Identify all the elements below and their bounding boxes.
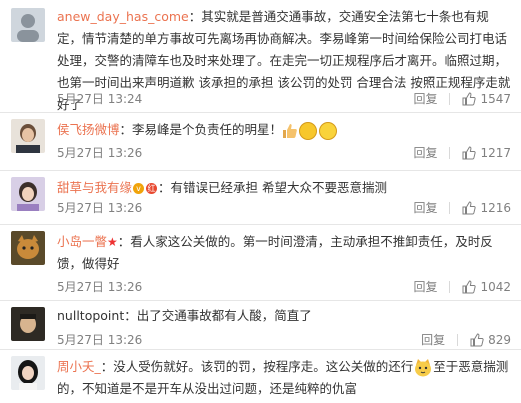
like-button[interactable]: 1042 [462, 280, 511, 294]
username-link[interactable]: 甜草与我有缘 [57, 180, 132, 195]
thumbs-up-icon [462, 279, 477, 293]
vip-badge-icon: v [133, 183, 145, 194]
comment-list: anew_day_has_come：其实就是普通交通事故，交通安全法第七十条也有… [0, 0, 521, 403]
thumbs-up-emoji-icon [283, 123, 297, 138]
thumbs-up-icon [470, 332, 484, 346]
comment-body: ：出了交通事故都有人酸，简直了 [124, 308, 312, 323]
comment-actions: 回复 829 [421, 331, 511, 348]
comment-body: ：看人家这公关做的。第一时间澄清，主动承担不推卸责任，及时反馈，做得好 [57, 234, 493, 271]
comment-item: nulltopoint：出了交通事故都有人酸，简直了 5月27日 13:26 回… [0, 301, 521, 350]
comment-item: 甜草与我有缘 v 红：有错误已经承担 希望大众不要恶意揣测 5月27日 13:26 … [0, 171, 521, 225]
member-badge-icon[interactable]: 红 [146, 183, 158, 194]
divider [449, 201, 451, 214]
like-button[interactable]: 829 [470, 333, 511, 347]
divider [449, 146, 451, 159]
comment-body: ：李易峰是个负责任的明星！ [119, 122, 283, 137]
comment-actions: 回复 1217 [413, 144, 511, 161]
comment-meta: 5月27日 13:26 回复 1216 [57, 199, 511, 217]
timestamp: 5月27日 13:26 [57, 146, 143, 160]
like-button[interactable]: 1216 [462, 201, 511, 215]
comment-item: 周小夭_：没人受伤就好。该罚的罚，按程序走。这公关做的还行 至于恶意揣测的，不知道… [0, 350, 521, 403]
like-count: 1547 [480, 91, 511, 106]
like-count: 829 [488, 332, 511, 347]
comment-text: 侯飞扬微博：李易峰是个负责任的明星！ [57, 119, 511, 141]
comment-item: anew_day_has_come：其实就是普通交通事故，交通安全法第七十条也有… [0, 0, 521, 113]
avatar[interactable] [11, 119, 45, 153]
comment-text: 甜草与我有缘 v 红：有错误已经承担 希望大众不要恶意揣测 [57, 177, 511, 199]
divider [449, 280, 451, 293]
reply-button[interactable]: 回复 [413, 199, 437, 216]
comment-body: ：有错误已经承担 希望大众不要恶意揣测 [158, 180, 387, 195]
reply-button[interactable]: 回复 [413, 278, 437, 295]
thumbs-up-icon [462, 200, 477, 214]
avatar[interactable] [11, 177, 45, 211]
comment-item: 小岛一瞥★：看人家这公关做的。第一时间澄清，主动承担不推卸责任，及时反馈，做得好… [0, 225, 521, 301]
reply-button[interactable]: 回复 [413, 144, 437, 161]
like-count: 1216 [480, 200, 511, 215]
timestamp: 5月27日 13:24 [57, 92, 143, 106]
like-count: 1042 [480, 279, 511, 294]
reply-button[interactable]: 回复 [413, 90, 437, 107]
star-badge-icon: ★ [107, 235, 118, 249]
laugh-emoji-icon [319, 121, 338, 140]
avatar[interactable] [11, 307, 45, 341]
avatar[interactable] [11, 356, 45, 390]
comment-item: 侯飞扬微博：李易峰是个负责任的明星！ 5月27日 13:26 回复 1217 [0, 113, 521, 171]
comment-body: ：没人受伤就好。该罚的罚，按程序走。这公关做的还行 [100, 359, 414, 374]
avatar[interactable] [11, 231, 45, 265]
comment-text: 周小夭_：没人受伤就好。该罚的罚，按程序走。这公关做的还行 至于恶意揣测的，不知道… [57, 356, 511, 400]
timestamp: 5月27日 13:26 [57, 201, 143, 215]
like-button[interactable]: 1217 [462, 146, 511, 160]
like-button[interactable]: 1547 [462, 92, 511, 106]
username-link[interactable]: 周小夭_ [57, 359, 101, 374]
comment-actions: 回复 1547 [413, 90, 511, 107]
username-link[interactable]: nulltopoint [57, 308, 124, 323]
smile-emoji-icon [299, 121, 318, 140]
comment-meta: 5月27日 13:24 回复 1547 [57, 90, 511, 108]
reply-button[interactable]: 回复 [421, 331, 445, 348]
comment-text: 小岛一瞥★：看人家这公关做的。第一时间澄清，主动承担不推卸责任，及时反馈，做得好 [57, 231, 511, 275]
thumbs-up-icon [462, 145, 477, 159]
comment-actions: 回复 1042 [413, 278, 511, 295]
comment-meta: 5月27日 13:26 回复 1217 [57, 144, 511, 162]
divider [457, 333, 459, 346]
username-link[interactable]: anew_day_has_come [57, 9, 189, 24]
divider [449, 92, 451, 105]
like-count: 1217 [480, 145, 511, 160]
cat-emoji-icon [415, 358, 432, 376]
avatar[interactable] [11, 8, 45, 42]
thumbs-up-icon [462, 91, 477, 105]
comment-meta: 5月27日 13:26 回复 1042 [57, 278, 511, 296]
username-link[interactable]: 小岛一瞥 [57, 234, 107, 249]
timestamp: 5月27日 13:26 [57, 333, 143, 347]
comment-actions: 回复 1216 [413, 199, 511, 216]
timestamp: 5月27日 13:26 [57, 280, 143, 294]
comment-text: nulltopoint：出了交通事故都有人酸，简直了 [57, 307, 511, 325]
username-link[interactable]: 侯飞扬微博 [57, 122, 120, 137]
